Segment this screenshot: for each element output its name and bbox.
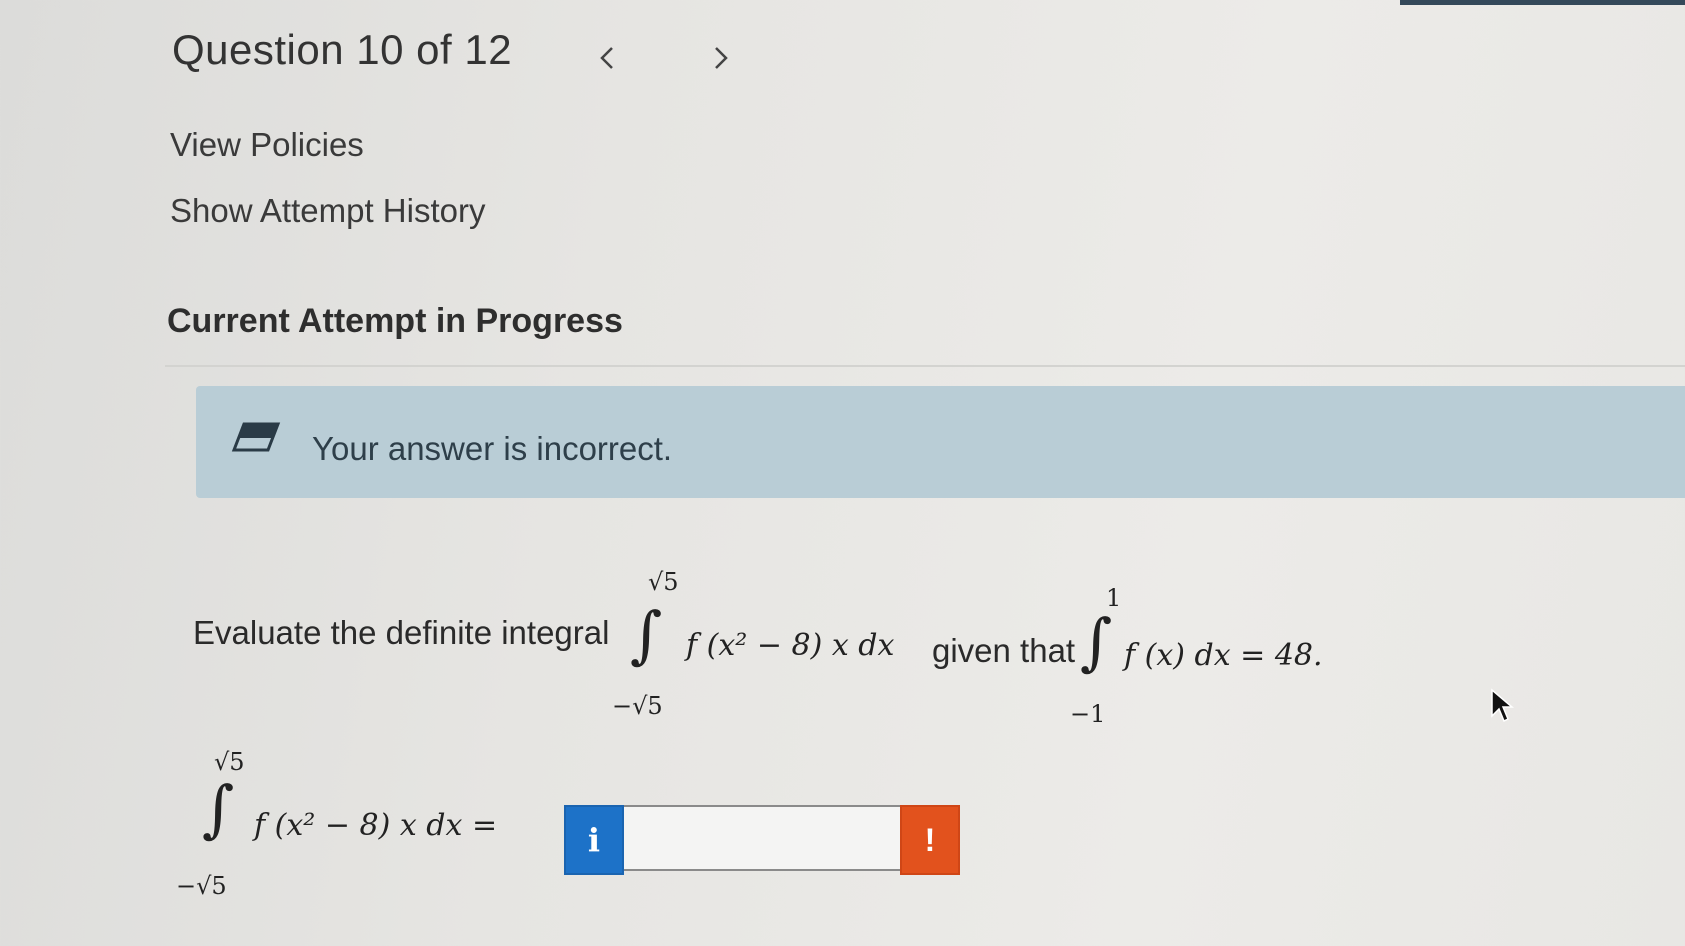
mouse-pointer-icon (1491, 688, 1515, 723)
eraser-icon (231, 422, 281, 452)
answer-integral-sign: ∫ (202, 772, 235, 845)
next-question-button[interactable] (706, 38, 736, 78)
top-accent-bar (1400, 0, 1685, 5)
feedback-message: Your answer is incorrect. (312, 430, 673, 467)
warning-button[interactable]: ! (900, 805, 960, 875)
question-prompt: Evaluate the definite integral (193, 614, 610, 651)
integral-upper-limit: √5 (648, 568, 679, 596)
chevron-right-icon (715, 47, 728, 69)
integrand: f (x² − 8) x dx (686, 628, 895, 663)
integral-lower-limit: −√5 (612, 692, 663, 720)
answer-integrand: f (x² − 8) x dx = (254, 808, 498, 843)
current-attempt-heading: Current Attempt in Progress (167, 302, 623, 340)
answer-integral-lower: −√5 (176, 872, 227, 900)
info-button[interactable]: i (564, 805, 624, 875)
given-integral-lower: −1 (1070, 700, 1106, 728)
question-header: Question 10 of 12 (172, 26, 512, 74)
view-policies-link[interactable]: View Policies (170, 126, 364, 164)
section-divider (165, 365, 1685, 367)
given-integral-sign: ∫ (1080, 605, 1113, 678)
given-integrand: f (x) dx = 48. (1124, 638, 1323, 673)
answer-field-group: i ! (564, 805, 960, 875)
chevron-left-icon (600, 47, 613, 69)
show-attempt-history-link[interactable]: Show Attempt History (170, 192, 485, 230)
answer-input[interactable] (624, 805, 900, 871)
integral-sign: ∫ (630, 598, 663, 671)
previous-question-button[interactable] (592, 38, 622, 78)
question-counter: Question 10 of 12 (172, 26, 513, 73)
given-that-text: given that (932, 632, 1076, 669)
